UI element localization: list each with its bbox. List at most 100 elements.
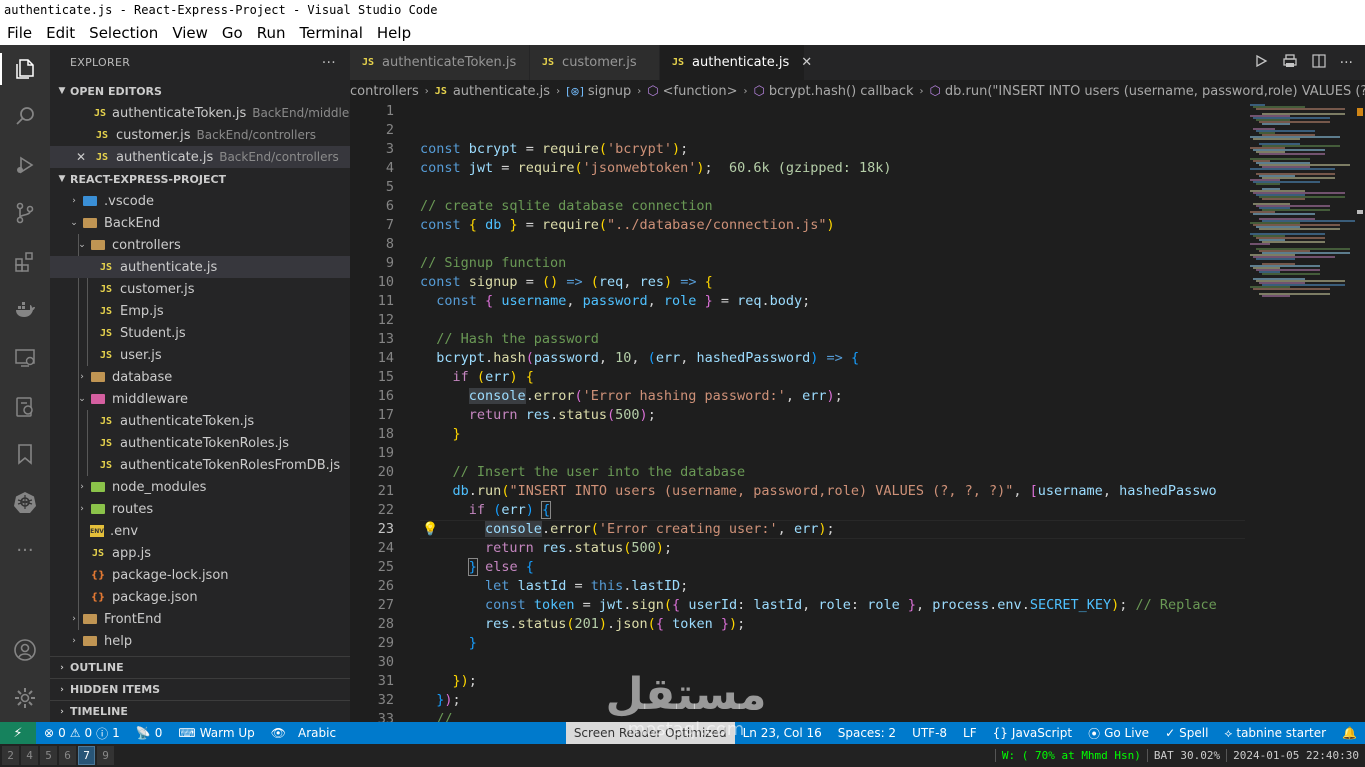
extensions-icon[interactable] bbox=[12, 249, 38, 275]
tree-folder-vscode[interactable]: › .vscode bbox=[50, 190, 350, 212]
notifications-icon[interactable]: 🔔 bbox=[1334, 726, 1365, 740]
breadcrumb-item[interactable]: <function> bbox=[663, 84, 738, 99]
split-editor-icon[interactable] bbox=[1312, 53, 1326, 72]
language-mode[interactable]: {} JavaScript bbox=[985, 726, 1080, 740]
source-control-icon[interactable] bbox=[12, 200, 38, 226]
tree-folder-backend[interactable]: ⌄ BackEnd bbox=[50, 212, 350, 234]
tree-folder-database[interactable]: › database bbox=[50, 366, 350, 388]
outline-section[interactable]: › OUTLINE bbox=[50, 656, 350, 678]
keyboard-layout-indicator[interactable]: 👁 Arabic bbox=[263, 726, 344, 740]
menu-view[interactable]: View bbox=[165, 24, 215, 42]
tree-folder-controllers[interactable]: ⌄ controllers bbox=[50, 234, 350, 256]
method-symbol-icon: ⬡ bbox=[929, 83, 941, 99]
open-editor-item-active[interactable]: ✕ JS authenticate.js BackEnd/controllers bbox=[50, 146, 350, 168]
menu-terminal[interactable]: Terminal bbox=[293, 24, 370, 42]
problems-indicator[interactable]: ⊗ 0 ⚠ 0 ⓘ 1 bbox=[36, 725, 128, 742]
minimap[interactable] bbox=[1245, 102, 1365, 722]
run-debug-icon[interactable] bbox=[12, 152, 38, 178]
account-icon[interactable] bbox=[12, 637, 38, 663]
tab-customer[interactable]: JS customer.js bbox=[530, 45, 660, 80]
breadcrumb-item[interactable]: db.run("INSERT INTO users (username, pas… bbox=[945, 84, 1365, 99]
open-editor-item[interactable]: JS authenticateToken.js BackEnd/middlew.… bbox=[50, 102, 350, 124]
open-editor-item[interactable]: JS customer.js BackEnd/controllers bbox=[50, 124, 350, 146]
spell-button[interactable]: ✓ Spell bbox=[1157, 726, 1216, 740]
remote-explorer-icon[interactable] bbox=[12, 345, 38, 371]
bookmarks-icon[interactable] bbox=[12, 441, 38, 467]
tree-file-authenticatetokenroles[interactable]: JS authenticateTokenRoles.js bbox=[50, 432, 350, 454]
tree-file-authenticate[interactable]: JS authenticate.js bbox=[50, 256, 350, 278]
indentation-indicator[interactable]: Spaces: 2 bbox=[830, 726, 904, 740]
line-number-gutter: 1 2 3 4 5 6 7 8 9 10 11 12 13 14 15 16 17 18 19 20 21 22 23 24 2… bbox=[350, 102, 420, 722]
breadcrumb-item[interactable]: signup bbox=[588, 84, 631, 99]
tree-file-app[interactable]: JS app.js bbox=[50, 542, 350, 564]
run-icon[interactable] bbox=[1254, 54, 1268, 72]
encoding-indicator[interactable]: UTF-8 bbox=[904, 726, 955, 740]
file-tree: › .vscode ⌄ BackEnd ⌄ controllers JS authent… bbox=[50, 190, 350, 652]
more-icon[interactable]: ··· bbox=[12, 537, 38, 563]
tabnine-button[interactable]: ⟡ tabnine starter bbox=[1216, 726, 1334, 741]
menu-edit[interactable]: Edit bbox=[39, 24, 82, 42]
tree-file-student[interactable]: JS Student.js bbox=[50, 322, 350, 344]
tree-folder-routes[interactable]: › routes bbox=[50, 498, 350, 520]
code-editor[interactable]: 1 2 3 4 5 6 7 8 9 10 11 12 13 14 15 16 17 18 19 20 21 22 23 24 2… bbox=[350, 102, 1365, 722]
tree-file-env[interactable]: ENV .env bbox=[50, 520, 350, 542]
search-icon[interactable] bbox=[12, 103, 38, 129]
print-icon[interactable] bbox=[1282, 53, 1298, 73]
code-line: // bbox=[436, 711, 453, 722]
workspace-button[interactable]: 4 bbox=[21, 746, 38, 765]
tree-folder-node-modules[interactable]: › node_modules bbox=[50, 476, 350, 498]
docker-icon[interactable] bbox=[12, 297, 38, 323]
tree-folder-help[interactable]: › help bbox=[50, 630, 350, 652]
open-editors-section[interactable]: ▼ OPEN EDITORS bbox=[50, 80, 350, 102]
close-editor-icon[interactable]: ✕ bbox=[76, 150, 94, 164]
tree-file-authenticatetoken[interactable]: JS authenticateToken.js bbox=[50, 410, 350, 432]
ports-indicator[interactable]: 📡 0 bbox=[128, 726, 171, 740]
settings-sync-icon[interactable] bbox=[12, 394, 38, 420]
breadcrumb-item[interactable]: authenticate.js bbox=[453, 84, 550, 99]
braces-icon: {} bbox=[992, 726, 1008, 740]
line-number: 15 bbox=[377, 369, 394, 385]
breadcrumb-item[interactable]: controllers bbox=[350, 84, 419, 99]
menu-file[interactable]: File bbox=[0, 24, 39, 42]
workspace-button[interactable]: 9 bbox=[97, 746, 114, 765]
kubernetes-icon[interactable] bbox=[12, 489, 38, 515]
line-number: 4 bbox=[385, 160, 394, 176]
timeline-section[interactable]: › TIMELINE bbox=[50, 700, 350, 722]
menu-run[interactable]: Run bbox=[250, 24, 293, 42]
explorer-more-icon[interactable]: ··· bbox=[322, 55, 336, 71]
code-content[interactable]: const bcrypt = require('bcrypt'); const … bbox=[420, 102, 1245, 722]
code-line: if (err) { bbox=[468, 501, 552, 519]
project-section[interactable]: ▼ REACT-EXPRESS-PROJECT bbox=[50, 168, 350, 190]
go-live-button[interactable]: ⦿ Go Live bbox=[1080, 725, 1157, 742]
breadcrumb-item[interactable]: bcrypt.hash() callback bbox=[769, 84, 914, 99]
editor-more-icon[interactable]: ··· bbox=[1340, 55, 1353, 71]
tree-file-package[interactable]: {} package.json bbox=[50, 586, 350, 608]
tree-file-emp[interactable]: JS Emp.js bbox=[50, 300, 350, 322]
tree-folder-frontend[interactable]: › FrontEnd bbox=[50, 608, 350, 630]
workspace-button[interactable]: 6 bbox=[59, 746, 76, 765]
tab-close-icon[interactable]: ✕ bbox=[801, 55, 812, 70]
warm-up-button[interactable]: ⌨ Warm Up bbox=[170, 726, 262, 740]
tab-authenticatetoken[interactable]: JS authenticateToken.js bbox=[350, 45, 530, 80]
tree-file-authenticatetokenrolesfromdb[interactable]: JS authenticateTokenRolesFromDB.js bbox=[50, 454, 350, 476]
menu-selection[interactable]: Selection bbox=[82, 24, 165, 42]
workspace-button-active[interactable]: 7 bbox=[78, 746, 95, 765]
explorer-icon[interactable] bbox=[12, 56, 38, 82]
workspace-button[interactable]: 5 bbox=[40, 746, 57, 765]
hidden-items-section[interactable]: › HIDDEN ITEMS bbox=[50, 678, 350, 700]
editor-scrollbar[interactable] bbox=[1351, 102, 1365, 722]
tree-file-customer[interactable]: JS customer.js bbox=[50, 278, 350, 300]
tree-file-package-lock[interactable]: {} package-lock.json bbox=[50, 564, 350, 586]
remote-indicator-icon[interactable]: ⚡ bbox=[0, 722, 36, 744]
tree-folder-middleware[interactable]: ⌄ middleware bbox=[50, 388, 350, 410]
workspace-button[interactable]: 2 bbox=[2, 746, 19, 765]
info-icon: ⓘ bbox=[96, 726, 109, 741]
menu-help[interactable]: Help bbox=[370, 24, 418, 42]
menu-go[interactable]: Go bbox=[215, 24, 250, 42]
eol-indicator[interactable]: LF bbox=[955, 726, 985, 740]
tree-file-user[interactable]: JS user.js bbox=[50, 344, 350, 366]
manage-gear-icon[interactable] bbox=[12, 685, 38, 711]
tab-authenticate[interactable]: JS authenticate.js ✕ bbox=[660, 45, 812, 80]
minimap-line bbox=[1250, 243, 1270, 245]
line-number: 13 bbox=[377, 331, 394, 347]
